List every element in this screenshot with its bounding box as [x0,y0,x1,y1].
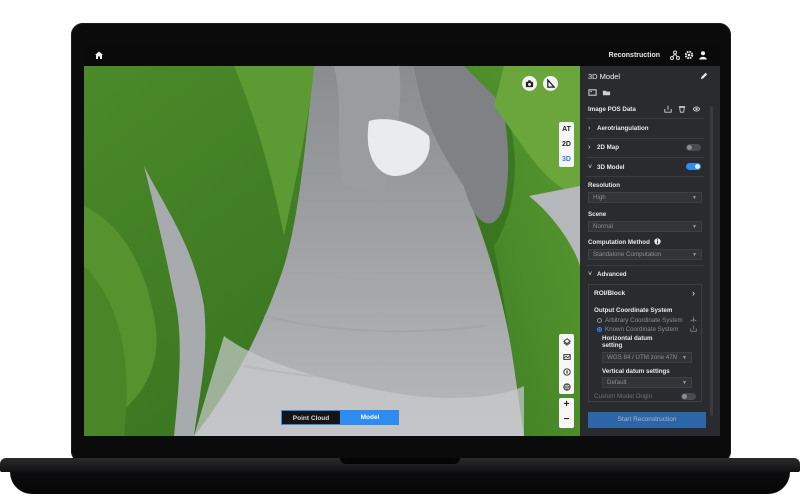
vertical-datum-label: Vertical datum settings [602,368,670,375]
custom-origin-label: Custom Model Origin [594,393,653,400]
map-tools [559,334,574,394]
app-screen: Reconstruction AT 2D 3D + − Point Cloud … [84,45,720,436]
user-icon[interactable] [698,50,708,60]
settings-panel: 3D Model Image POS Data › Aerotriangulat… [580,66,720,436]
compass-icon[interactable] [559,364,574,379]
3d-viewport[interactable]: AT 2D 3D + − Point Cloud Model [84,66,580,436]
home-icon[interactable] [94,50,104,60]
computation-method-label: Computation Method [588,239,650,246]
resolution-select[interactable]: High ▼ [588,192,702,203]
arbitrary-radio[interactable] [597,318,602,323]
view-mode-2d[interactable]: 2D [559,137,574,152]
chevron-right-icon[interactable]: › [692,288,695,298]
display-mode-toggle: Point Cloud Model [281,410,399,425]
3d-model-toggle[interactable] [686,163,701,170]
terrain-model-render[interactable] [84,66,580,436]
map-2d-toggle[interactable] [686,144,701,151]
roi-block-card: ROI/Block › Output Coordinate System Arb… [588,284,702,402]
horizontal-datum-label: Horizontal datum setting [602,335,653,349]
measure-icon[interactable] [543,76,558,91]
edit-icon[interactable] [700,72,708,80]
panel-title: 3D Model [588,72,621,81]
known-label: Known Coordinate System [605,326,679,333]
image-icon[interactable] [559,349,574,364]
info-icon[interactable] [654,238,661,245]
scene-label: Scene [588,211,607,218]
aerotriangulation-label: Aerotriangulation [597,125,649,132]
chevron-right-icon: › [588,144,591,151]
resolution-label: Resolution [588,182,620,189]
advanced-section[interactable]: ˅ Advanced [580,266,710,282]
image-pos-label: Image POS Data [588,106,636,113]
vertical-datum-select[interactable]: Default ▼ [602,377,692,388]
point-cloud-tab[interactable]: Point Cloud [281,410,341,425]
computation-method-select[interactable]: Standalone Computation ▼ [588,249,702,260]
roi-title: ROI/Block [594,290,626,297]
scene-select[interactable]: Normal ▼ [588,221,702,232]
map-2d-label: 2D Map [597,144,620,151]
known-radio[interactable] [597,327,602,332]
laptop-base [0,458,800,496]
camera-icon[interactable] [522,76,537,91]
arbitrary-label: Arbitrary Coordinate System [605,317,683,324]
output-coord-label: Output Coordinate System [594,307,673,314]
import-icon[interactable] [690,325,697,332]
network-icon[interactable] [670,50,680,60]
view-mode-at[interactable]: AT [559,122,574,137]
chevron-down-icon: ˅ [588,271,593,278]
view-mode-switch: AT 2D 3D [559,122,574,167]
delete-icon[interactable] [678,105,686,113]
zoom-out-button[interactable]: − [559,413,574,428]
layers-icon[interactable] [559,334,574,349]
top-bar: Reconstruction [84,45,720,66]
chevron-right-icon: › [588,125,591,132]
start-reconstruction-button[interactable]: Start Reconstruction [588,412,706,428]
model-tab[interactable]: Model [341,410,399,425]
view-mode-3d[interactable]: 3D [559,152,574,167]
eye-icon[interactable] [692,105,701,113]
horizontal-datum-select[interactable]: WGS 84 / UTM zone 47N ▼ [602,352,692,363]
gear-icon[interactable] [684,50,694,60]
chevron-down-icon: ˅ [588,164,593,171]
zoom-controls: + − [559,398,574,428]
advanced-label: Advanced [597,271,627,278]
custom-origin-toggle[interactable] [681,393,696,400]
panel-scrollbar[interactable] [710,106,713,416]
coordinate-icon[interactable] [690,316,697,323]
aerotriangulation-section[interactable]: › Aerotriangulation [580,120,710,136]
image-icon[interactable] [588,88,597,97]
3d-model-label: 3D Model [597,164,625,171]
import-icon[interactable] [664,105,672,113]
page-title: Reconstruction [608,52,660,59]
folder-icon[interactable] [602,88,611,97]
zoom-in-button[interactable]: + [559,398,574,413]
globe-icon[interactable] [559,379,574,394]
